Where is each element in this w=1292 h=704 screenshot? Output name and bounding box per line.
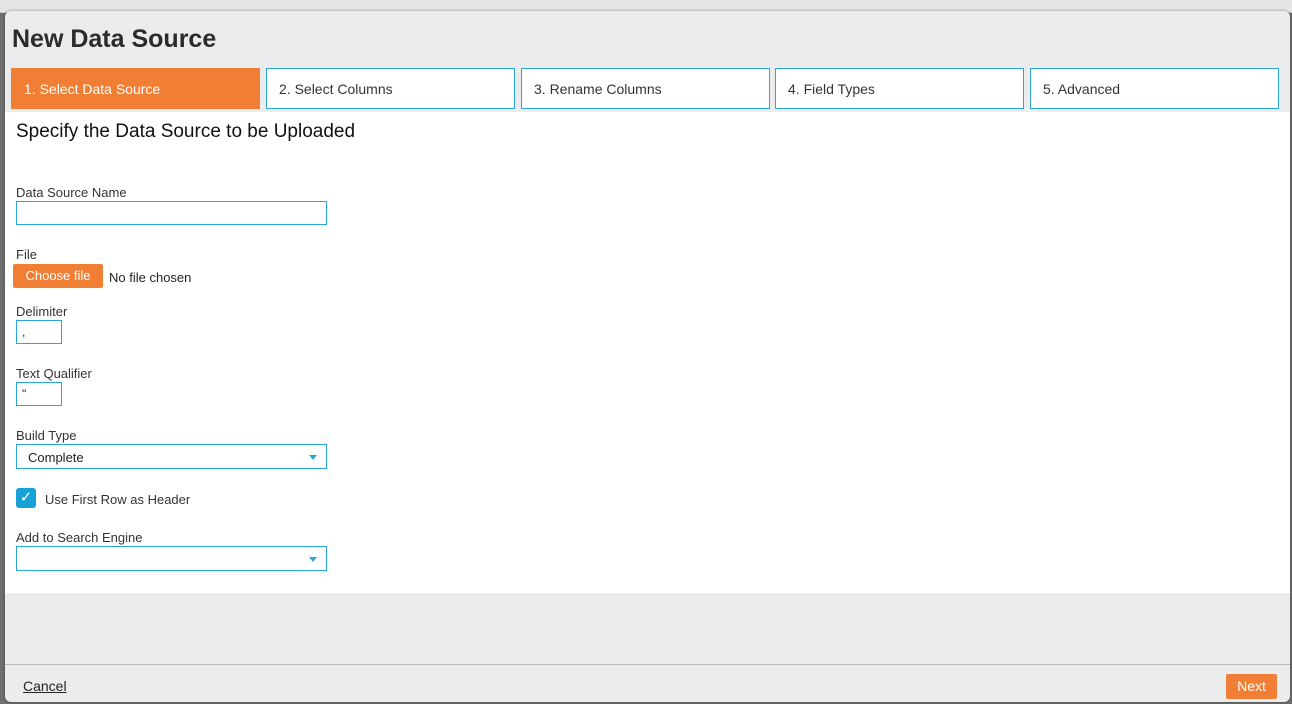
dropdown-arrow-icon (309, 557, 317, 562)
footer-divider (5, 664, 1290, 665)
step-select-columns[interactable]: 2. Select Columns (266, 68, 515, 109)
file-status-text: No file chosen (109, 270, 192, 285)
search-engine-label: Add to Search Engine (16, 530, 143, 545)
delimiter-label: Delimiter (16, 304, 68, 319)
data-source-name-input[interactable] (16, 201, 327, 225)
file-label: File (16, 247, 37, 262)
checkmark-icon: ✓ (19, 489, 33, 506)
choose-file-button[interactable]: Choose file (13, 264, 103, 288)
dialog-title: New Data Source (12, 25, 217, 53)
cancel-link[interactable]: Cancel (23, 678, 67, 694)
build-type-value: Complete (28, 450, 84, 465)
form-panel: Specify the Data Source to be Uploaded D… (5, 112, 1290, 593)
new-data-source-dialog: New Data Source 1. Select Data Source 2.… (5, 11, 1290, 702)
next-button[interactable]: Next (1226, 674, 1277, 699)
data-source-name-label: Data Source Name (16, 185, 127, 200)
step-advanced[interactable]: 5. Advanced (1030, 68, 1279, 109)
text-qualifier-label: Text Qualifier (16, 366, 92, 381)
build-type-select[interactable]: Complete (16, 444, 327, 469)
use-first-row-header-checkbox[interactable]: ✓ (16, 488, 36, 508)
dropdown-arrow-icon (309, 455, 317, 460)
section-title: Specify the Data Source to be Uploaded (16, 121, 356, 142)
build-type-label: Build Type (16, 428, 77, 443)
step-field-types[interactable]: 4. Field Types (775, 68, 1024, 109)
step-select-data-source[interactable]: 1. Select Data Source (11, 68, 260, 109)
use-first-row-header-label: Use First Row as Header (45, 492, 191, 507)
step-rename-columns[interactable]: 3. Rename Columns (521, 68, 770, 109)
text-qualifier-input[interactable] (16, 382, 62, 406)
search-engine-select[interactable] (16, 546, 327, 571)
delimiter-input[interactable] (16, 320, 62, 344)
